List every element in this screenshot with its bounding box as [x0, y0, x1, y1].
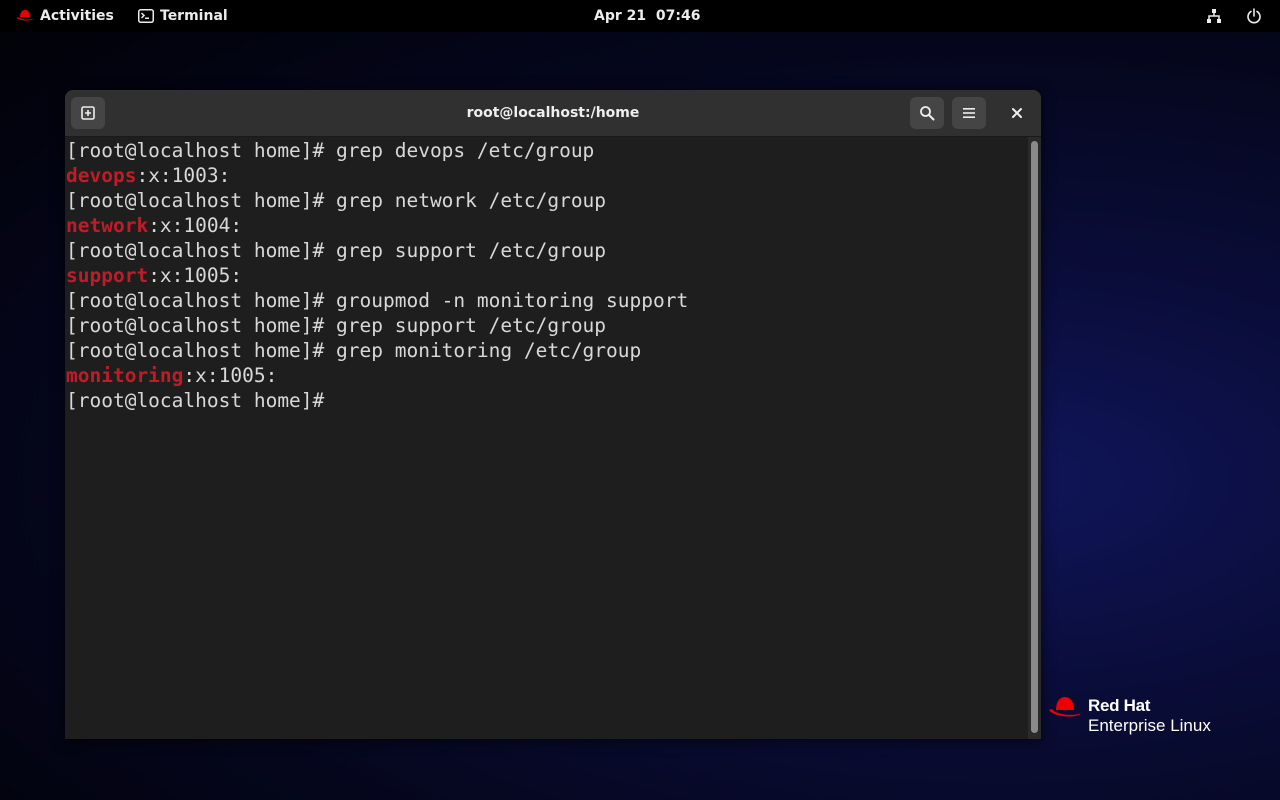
terminal-output[interactable]: [root@localhost home]# grep devops /etc/…	[66, 137, 1028, 739]
terminal-line: devops:x:1003:	[66, 163, 1028, 188]
terminal-line: [root@localhost home]# grep support /etc…	[66, 238, 1028, 263]
close-button[interactable]	[1000, 97, 1034, 129]
redhat-logo-icon	[1048, 696, 1082, 726]
terminal-line: [root@localhost home]# grep network /etc…	[66, 188, 1028, 213]
terminal-line-text: :x:1005:	[148, 264, 243, 287]
terminal-line-text: [root@localhost home]# groupmod -n monit…	[66, 289, 689, 312]
app-menu-terminal[interactable]: Terminal	[138, 0, 228, 32]
terminal-line: [root@localhost home]# grep support /etc…	[66, 313, 1028, 338]
terminal-line-text: [root@localhost home]# grep network /etc…	[66, 189, 607, 212]
terminal-line: [root@localhost home]#	[66, 388, 1028, 413]
terminal-line-text: :x:1003:	[136, 164, 231, 187]
logo-line1: Red Hat	[1088, 696, 1151, 715]
terminal-window: root@localhost:/home [root@localhost hom…	[65, 90, 1041, 739]
terminal-line: [root@localhost home]# grep devops /etc/…	[66, 138, 1028, 163]
terminal-line: network:x:1004:	[66, 213, 1028, 238]
scrollbar-thumb[interactable]	[1031, 141, 1038, 733]
new-tab-button[interactable]	[71, 97, 105, 129]
clock[interactable]: Apr 21 07:46	[594, 0, 700, 32]
terminal-line-text: :x:1004:	[148, 214, 243, 237]
scrollbar[interactable]	[1028, 137, 1041, 739]
terminal-line-text: [root@localhost home]# grep monitoring /…	[66, 339, 642, 362]
terminal-line-text: [root@localhost home]#	[66, 389, 337, 412]
power-icon[interactable]	[1246, 0, 1262, 32]
terminal-line-text: :x:1005:	[183, 364, 278, 387]
menu-button[interactable]	[952, 97, 986, 129]
top-bar: Activities Terminal Apr 21 07:46	[0, 0, 1280, 32]
search-icon	[919, 105, 935, 121]
title-bar[interactable]: root@localhost:/home	[65, 90, 1041, 137]
hamburger-menu-icon	[962, 107, 976, 119]
app-menu-label: Terminal	[160, 8, 228, 24]
window-title: root@localhost:/home	[466, 105, 640, 121]
new-tab-icon	[80, 105, 96, 121]
network-icon[interactable]	[1206, 0, 1222, 32]
redhat-icon	[16, 9, 34, 23]
terminal-line-text: [root@localhost home]# grep support /etc…	[66, 314, 607, 337]
terminal-line: monitoring:x:1005:	[66, 363, 1028, 388]
activities-button[interactable]: Activities	[16, 0, 114, 32]
activities-label: Activities	[40, 8, 114, 24]
logo-line2: Enterprise Linux	[1088, 716, 1211, 735]
close-icon	[1011, 107, 1023, 119]
group-name-match: monitoring	[66, 364, 184, 387]
terminal-line-text: [root@localhost home]# grep support /etc…	[66, 239, 607, 262]
terminal-line: support:x:1005:	[66, 263, 1028, 288]
group-name-match: network	[66, 214, 149, 237]
redhat-logo: Red Hat Enterprise Linux	[1048, 696, 1211, 736]
terminal-icon	[138, 9, 154, 23]
search-button[interactable]	[910, 97, 944, 129]
group-name-match: devops	[66, 164, 137, 187]
terminal-line: [root@localhost home]# grep monitoring /…	[66, 338, 1028, 363]
terminal-line-text: [root@localhost home]# grep devops /etc/…	[66, 139, 595, 162]
group-name-match: support	[66, 264, 149, 287]
terminal-line: [root@localhost home]# groupmod -n monit…	[66, 288, 1028, 313]
